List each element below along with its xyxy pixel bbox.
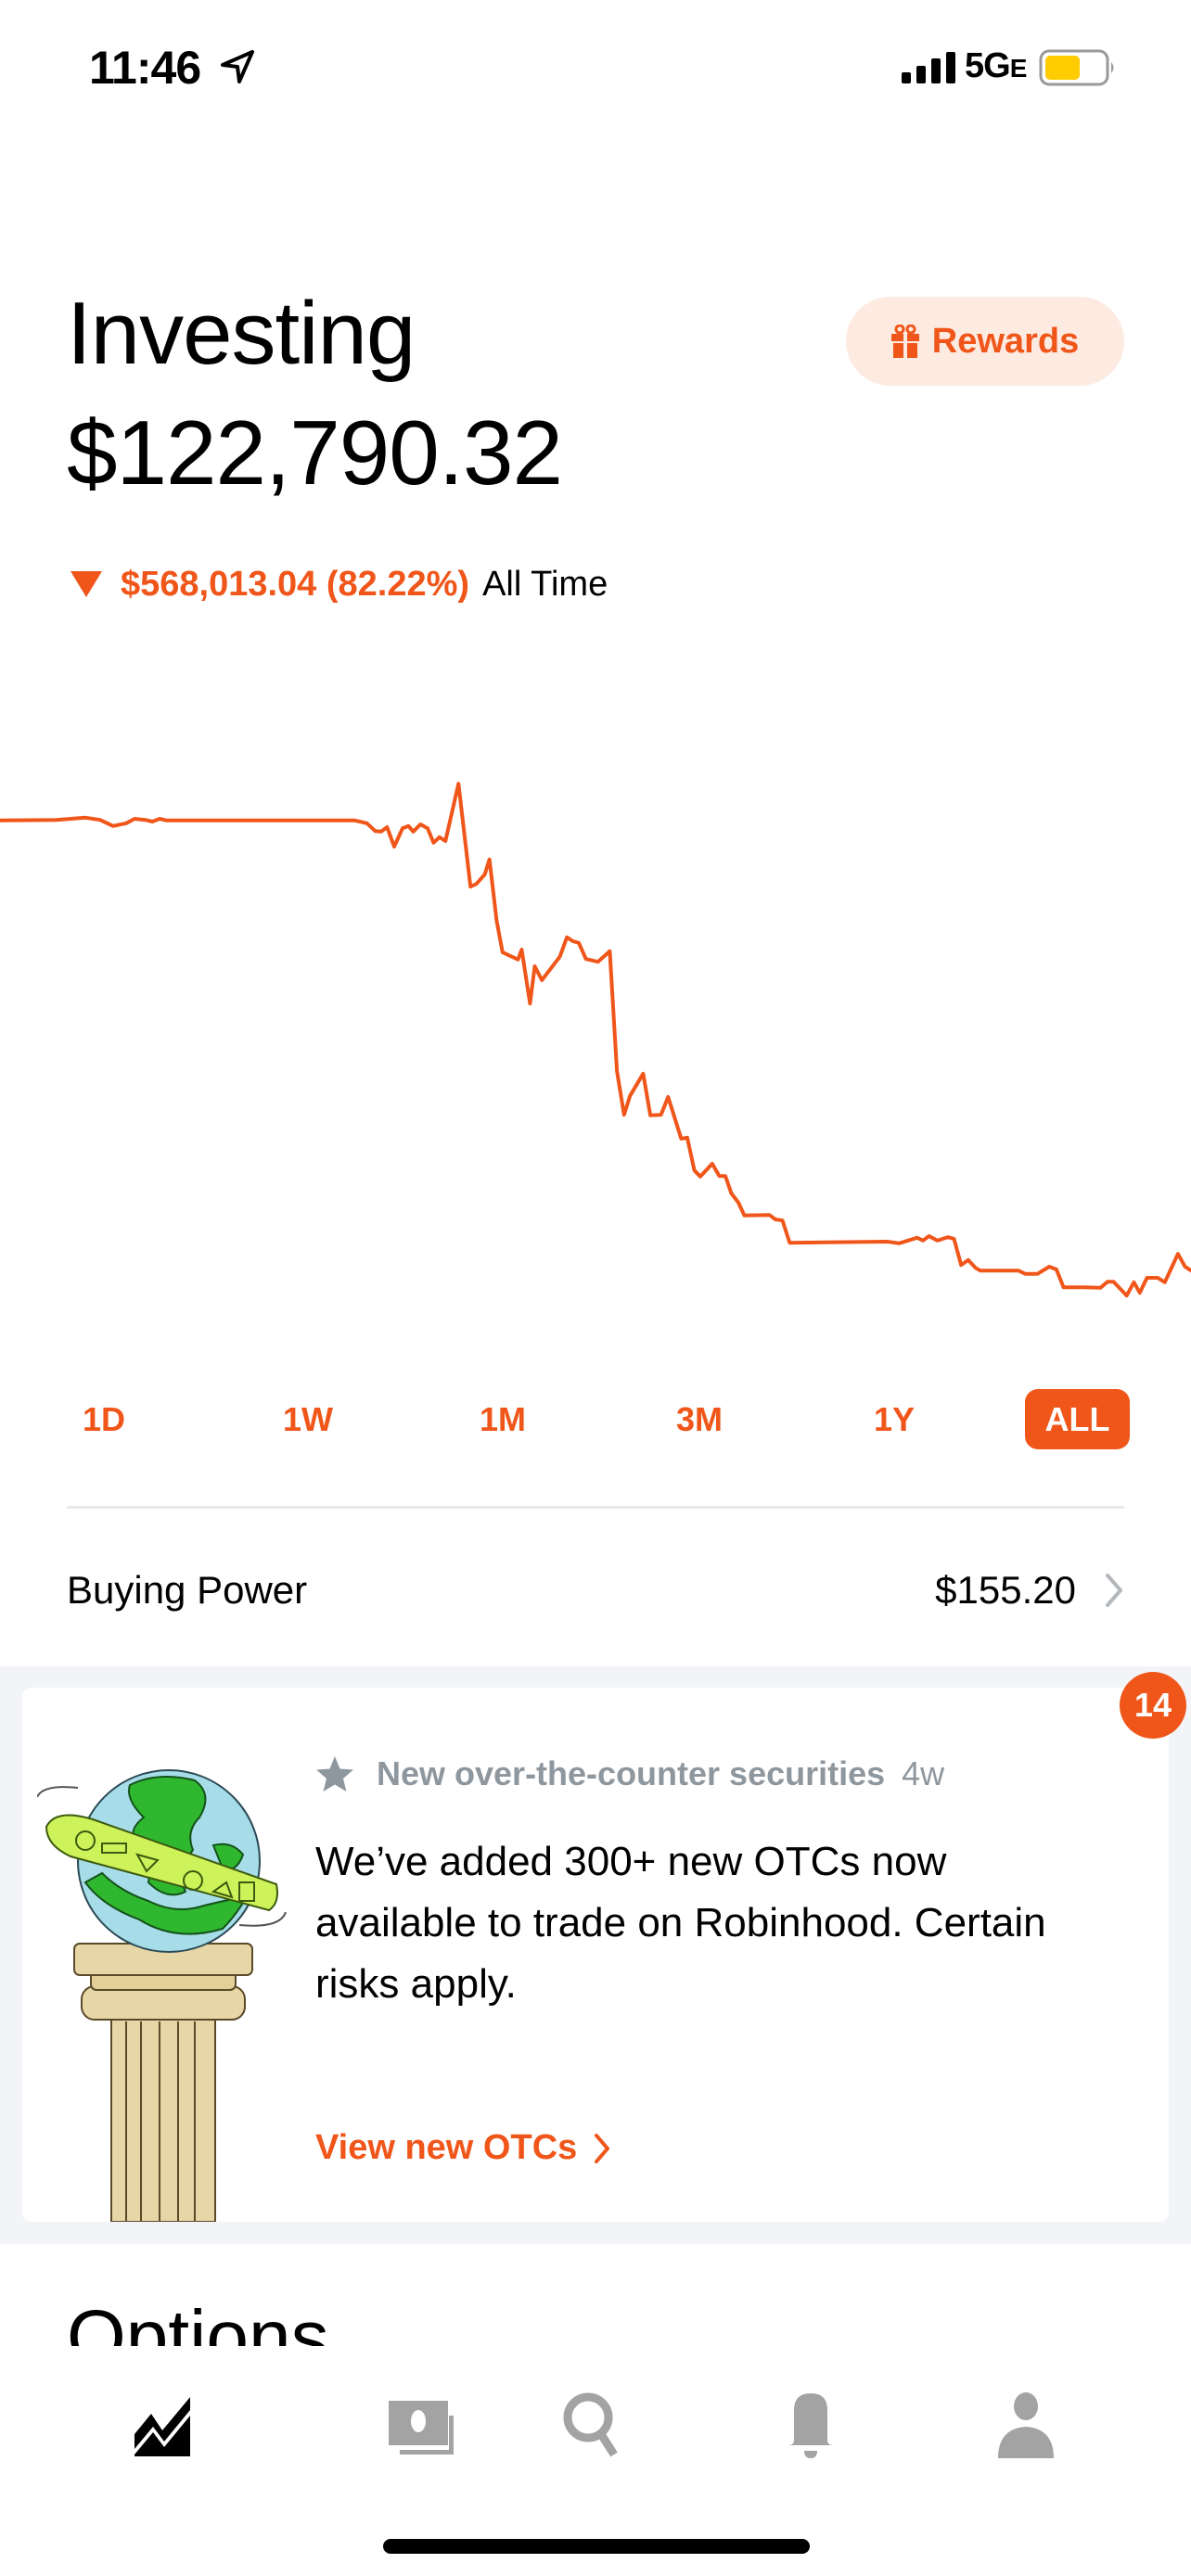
home-indicator[interactable] [383, 2539, 810, 2554]
bell-icon [788, 2393, 833, 2458]
network-suffix: E [1009, 54, 1028, 83]
card-age: 4w [902, 1754, 945, 1792]
portfolio-change: $568,013.04 (82.22%) All Time [70, 561, 608, 607]
portfolio-line [0, 782, 1191, 1298]
nav-notifications[interactable] [755, 2383, 866, 2467]
card-body-text: We’ve added 300+ new OTCs now available … [315, 1839, 1046, 2007]
chevron-right-icon [1106, 1574, 1122, 1607]
chevron-right-icon [595, 2133, 610, 2163]
cellular-signal-icon [902, 52, 955, 83]
range-tab-1w[interactable]: 1W [262, 1389, 354, 1449]
cash-icon [389, 2401, 454, 2455]
gift-icon [890, 325, 919, 358]
nav-search[interactable] [538, 2383, 649, 2467]
star-icon [316, 1756, 353, 1792]
cta-label: View new OTCs [315, 2128, 578, 2167]
portfolio-value: $122,790.32 [67, 402, 563, 504]
card-category: New over-the-counter securities [377, 1754, 886, 1792]
notification-count-badge: 14 [1120, 1672, 1186, 1739]
nav-home[interactable] [107, 2383, 218, 2467]
options-heading: Options [67, 2295, 329, 2347]
buying-power-value: $155.20 [935, 1568, 1076, 1612]
profile-icon [998, 2392, 1054, 2458]
portfolio-chart[interactable] [0, 723, 1191, 1354]
change-amount: $568,013.04 (82.22%) [121, 565, 470, 604]
page-title: Investing [67, 284, 416, 383]
nav-cash[interactable] [366, 2383, 478, 2467]
portfolio-chart-icon [134, 2397, 190, 2456]
divider [67, 1506, 1124, 1509]
battery-icon [1039, 49, 1114, 86]
range-tabs: 1D 1W 1M 3M 1Y ALL [67, 1389, 1130, 1449]
options-section: Options [0, 2263, 1191, 2347]
range-tab-3m[interactable]: 3M [653, 1389, 746, 1449]
range-tab-all[interactable]: ALL [1025, 1389, 1130, 1449]
buying-power-label: Buying Power [67, 1568, 308, 1612]
network-label: 5G [965, 46, 1011, 85]
range-tab-1m[interactable]: 1M [456, 1389, 549, 1449]
range-tab-1d[interactable]: 1D [67, 1389, 141, 1449]
status-time: 11:46 [89, 42, 201, 94]
view-new-otcs-link[interactable]: View new OTCs [315, 2128, 610, 2168]
down-triangle-icon [70, 571, 102, 597]
card-meta: New over-the-counter securities 4w [315, 1754, 944, 1793]
location-arrow-icon [221, 50, 254, 83]
range-tab-1y[interactable]: 1Y [848, 1389, 941, 1449]
rewards-button[interactable]: Rewards [846, 297, 1124, 386]
globe-on-pedestal-illustration [37, 1769, 287, 2222]
search-icon [563, 2392, 618, 2457]
network-type: 5GE [965, 46, 1028, 86]
change-period: All Time [482, 565, 608, 604]
nav-account[interactable] [970, 2383, 1082, 2467]
buying-power-row[interactable]: Buying Power $155.20 [67, 1558, 1124, 1623]
rewards-label: Rewards [931, 321, 1080, 361]
